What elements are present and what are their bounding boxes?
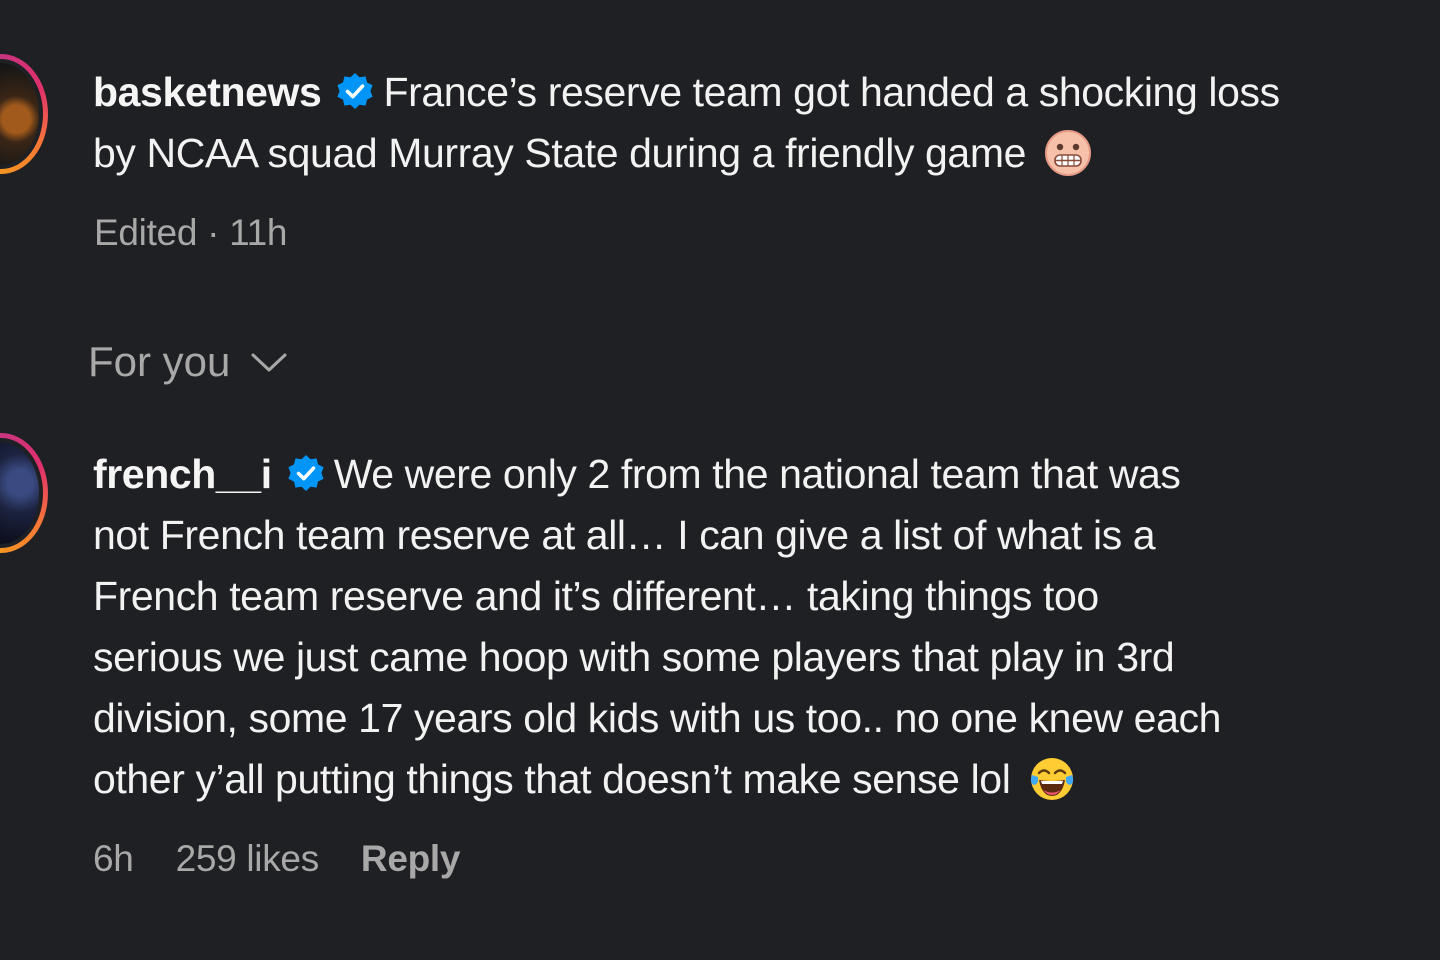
caption-line-1: France’s reserve team got handed a shock… <box>383 69 1280 115</box>
comment-actions: 6h 259 likes Reply <box>93 838 460 880</box>
comment-line-3: French team reserve and it’s different… … <box>93 573 1099 619</box>
tears-of-joy-emoji-icon <box>1031 758 1074 800</box>
comment-line-5: division, some 17 years old kids with us… <box>93 695 1221 741</box>
verified-badge-icon <box>337 73 374 109</box>
reply-button[interactable]: Reply <box>361 838 461 880</box>
grimacing-face-emoji-icon <box>1045 130 1091 176</box>
post-caption: basketnews France’s reserve team got han… <box>0 52 1440 272</box>
comment-line-4: serious we just came hoop with some play… <box>93 634 1175 680</box>
post-meta: Edited · 11h <box>94 212 288 253</box>
comments-view: basketnews France’s reserve team got han… <box>0 0 1440 960</box>
avatar-photo <box>0 63 39 165</box>
sort-label: For you <box>88 338 231 385</box>
commenter-avatar[interactable] <box>0 433 48 553</box>
avatar-photo <box>0 442 39 544</box>
comment-line-2: not French team reserve at all… I can gi… <box>93 512 1156 558</box>
comment-likes[interactable]: 259 likes <box>176 838 320 880</box>
verified-badge-icon <box>288 455 324 491</box>
chevron-down-icon <box>251 353 287 372</box>
comment-text: french__i We were only 2 from the nation… <box>93 444 1440 810</box>
comment-line-6: other y’all putting things that doesn’t … <box>93 756 1011 802</box>
caption-text: basketnews France’s reserve team got han… <box>93 62 1440 184</box>
caption-line-2: by NCAA squad Murray State during a frie… <box>93 130 1026 176</box>
comment-username[interactable]: french__i <box>93 451 272 497</box>
comment-line-1: We were only 2 from the national team th… <box>333 451 1181 497</box>
post-author-avatar[interactable] <box>0 54 48 174</box>
comment-time: 6h <box>93 838 134 879</box>
sort-dropdown[interactable]: For you <box>88 338 290 386</box>
post-username[interactable]: basketnews <box>93 69 322 115</box>
